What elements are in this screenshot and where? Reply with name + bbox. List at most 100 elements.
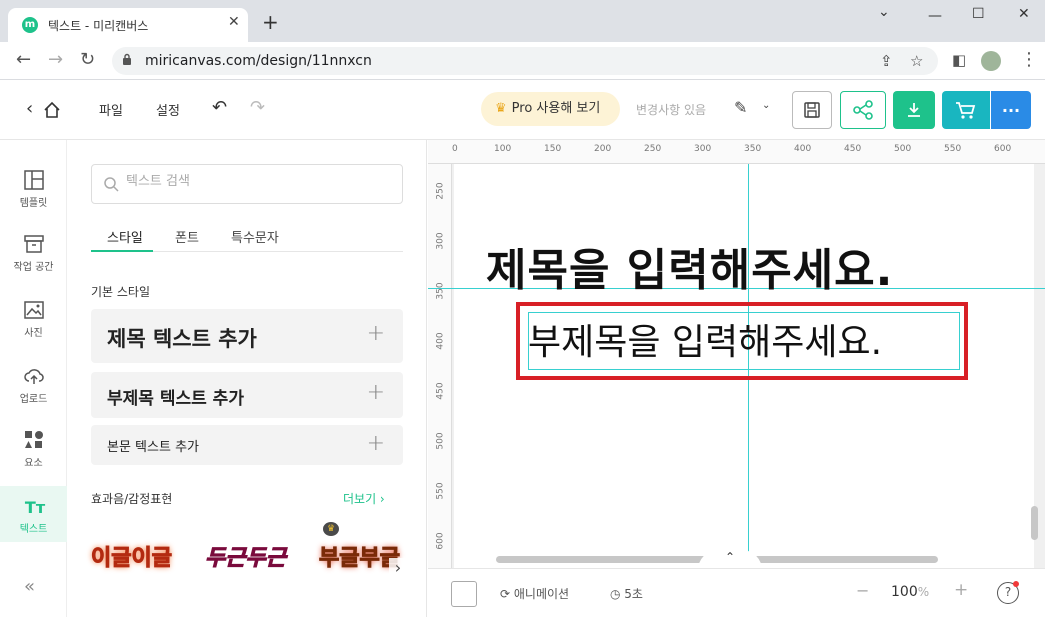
collapse-rail-icon[interactable]: « xyxy=(24,576,35,597)
text-search-box[interactable] xyxy=(91,164,403,204)
ruler-label: 100 xyxy=(494,144,512,154)
elements-icon xyxy=(25,431,43,448)
ruler-label: 500 xyxy=(894,144,912,154)
text-panel: 스타일 폰트 특수문자 기본 스타일 제목 텍스트 추가 + 부제목 텍스트 추… xyxy=(67,140,427,617)
sticker-fire[interactable]: 이글이글 xyxy=(91,540,173,572)
rail-item-photo[interactable]: 사진 xyxy=(0,300,67,356)
home-icon[interactable] xyxy=(43,101,61,119)
ruler-left: 250 300 350 400 450 500 550 600 xyxy=(428,164,452,568)
left-rail: 템플릿 작업 공간 사진 업로드 요소 Tт 텍스트 xyxy=(0,140,67,617)
ruler-label: 600 xyxy=(994,144,1012,154)
chevron-down-icon[interactable]: ⌄ xyxy=(762,100,770,111)
tab-font[interactable]: 폰트 xyxy=(175,227,199,246)
tab-search-chevron-icon[interactable]: ⌄ xyxy=(878,4,890,20)
vertical-scrollbar[interactable] xyxy=(1031,506,1038,540)
add-subtitle-text-button[interactable]: 부제목 텍스트 추가 + xyxy=(91,372,403,418)
plus-icon: + xyxy=(366,380,385,405)
ruler-label: 250 xyxy=(644,144,662,154)
share-page-icon[interactable]: ⇪ xyxy=(880,52,893,70)
forward-arrow-icon[interactable]: → xyxy=(48,51,63,69)
upload-icon xyxy=(24,369,44,384)
file-menu[interactable]: 파일 xyxy=(99,100,123,119)
crown-icon: ♛ xyxy=(495,101,507,116)
rail-label: 템플릿 xyxy=(19,198,48,209)
download-button[interactable] xyxy=(893,91,935,129)
reload-icon[interactable]: ↻ xyxy=(80,51,95,69)
zoom-in-button[interactable]: + xyxy=(954,580,968,600)
ruler-label: 150 xyxy=(544,144,562,154)
more-options-button[interactable]: ··· xyxy=(991,91,1031,129)
rail-item-text[interactable]: Tт 텍스트 xyxy=(0,486,67,542)
add-body-text-button[interactable]: 본문 텍스트 추가 + xyxy=(91,425,403,465)
ruler-label: 600 xyxy=(435,532,446,550)
rail-label: 텍스트 xyxy=(19,524,48,535)
lock-icon xyxy=(123,53,131,65)
more-link[interactable]: 더보기 › xyxy=(343,490,385,507)
rail-item-template[interactable]: 템플릿 xyxy=(0,170,67,226)
cart-icon xyxy=(956,102,976,119)
bottom-toolbar: ⟳ 애니메이션 ◷ 5초 − 100% + ? xyxy=(428,568,1045,617)
back-chevron-icon[interactable]: ‹ xyxy=(26,98,33,119)
ruler-top: 0 100 150 200 250 300 350 400 450 500 55… xyxy=(428,140,1045,164)
profile-avatar[interactable] xyxy=(981,51,1001,71)
browser-menu-icon[interactable]: ⋮ xyxy=(1020,51,1038,69)
share-nodes-icon xyxy=(853,100,873,120)
rail-item-upload[interactable]: 업로드 xyxy=(0,366,67,422)
zoom-out-button[interactable]: − xyxy=(856,581,869,600)
redo-icon[interactable]: ↷ xyxy=(250,97,265,118)
rail-label: 업로드 xyxy=(19,394,48,405)
settings-menu[interactable]: 설정 xyxy=(156,100,180,119)
new-tab-button[interactable]: + xyxy=(262,12,279,32)
ruler-label: 0 xyxy=(452,144,458,154)
pen-icon[interactable]: ✎ xyxy=(734,98,747,117)
save-disk-icon xyxy=(804,102,820,118)
minimize-icon[interactable]: — xyxy=(928,8,942,24)
browser-tab[interactable]: m 텍스트 - 미리캔버스 ✕ xyxy=(8,8,248,42)
subtitle-text-element[interactable]: 부제목을 입력해주세요. xyxy=(528,313,882,365)
ruler-label: 550 xyxy=(435,482,446,500)
notification-dot xyxy=(1013,581,1019,587)
tab-special-chars[interactable]: 특수문자 xyxy=(231,227,279,246)
rail-item-workspace[interactable]: 작업 공간 xyxy=(0,234,67,290)
sticker-heartbeat[interactable]: 두근두근 xyxy=(205,540,287,572)
ruler-label: 300 xyxy=(435,232,446,250)
ruler-label: 200 xyxy=(594,144,612,154)
ruler-label: 250 xyxy=(435,182,446,200)
template-icon xyxy=(24,170,44,190)
undo-icon[interactable]: ↶ xyxy=(212,97,227,118)
tab-style[interactable]: 스타일 xyxy=(107,227,143,246)
side-panel-icon[interactable]: ◧ xyxy=(952,51,966,69)
add-title-text-button[interactable]: 제목 텍스트 추가 + xyxy=(91,309,403,363)
workspace-icon xyxy=(24,235,44,253)
back-arrow-icon[interactable]: ← xyxy=(16,51,31,69)
rail-item-elements[interactable]: 요소 xyxy=(0,430,67,486)
add-title-label: 제목 텍스트 추가 xyxy=(107,327,257,351)
pro-trial-button[interactable]: ♛ Pro 사용해 보기 xyxy=(481,92,620,126)
animation-button[interactable]: ⟳ 애니메이션 xyxy=(500,585,569,602)
history-icon: ◷ xyxy=(610,587,625,601)
url-text: miricanvas.com/design/11nnxcn xyxy=(145,53,372,69)
maximize-icon[interactable]: ☐ xyxy=(972,6,985,22)
background-color-swatch[interactable] xyxy=(451,581,477,607)
duration-button[interactable]: ◷ 5초 xyxy=(610,585,643,602)
plus-icon: + xyxy=(366,321,385,346)
window-close-icon[interactable]: ✕ xyxy=(1018,6,1030,22)
save-button[interactable] xyxy=(792,91,832,129)
search-icon xyxy=(104,177,119,192)
url-field[interactable]: miricanvas.com/design/11nnxcn ⇪ ☆ xyxy=(112,47,938,75)
rail-label: 작업 공간 xyxy=(13,262,54,273)
title-text-element[interactable]: 제목을 입력해주세요. xyxy=(486,234,893,298)
stickers-next-icon[interactable]: › xyxy=(389,558,407,582)
print-order-button[interactable] xyxy=(942,91,990,129)
zoom-level[interactable]: 100% xyxy=(891,584,929,600)
sticker-boiling[interactable]: 부글부글 xyxy=(319,540,401,572)
canvas-area[interactable]: 0 100 150 200 250 300 350 400 450 500 55… xyxy=(428,140,1045,568)
close-tab-icon[interactable]: ✕ xyxy=(228,14,240,30)
app-header: ‹ 파일 설정 ↶ ↷ ♛ Pro 사용해 보기 변경사항 있음 ✎ ⌄ ··· xyxy=(0,80,1045,140)
bookmark-star-icon[interactable]: ☆ xyxy=(910,52,923,70)
collapse-pages-button[interactable]: ⌃ xyxy=(698,550,762,568)
text-search-input[interactable] xyxy=(126,174,386,189)
share-button[interactable] xyxy=(840,91,886,129)
ruler-label: 400 xyxy=(435,332,446,350)
plus-icon: + xyxy=(366,431,385,456)
